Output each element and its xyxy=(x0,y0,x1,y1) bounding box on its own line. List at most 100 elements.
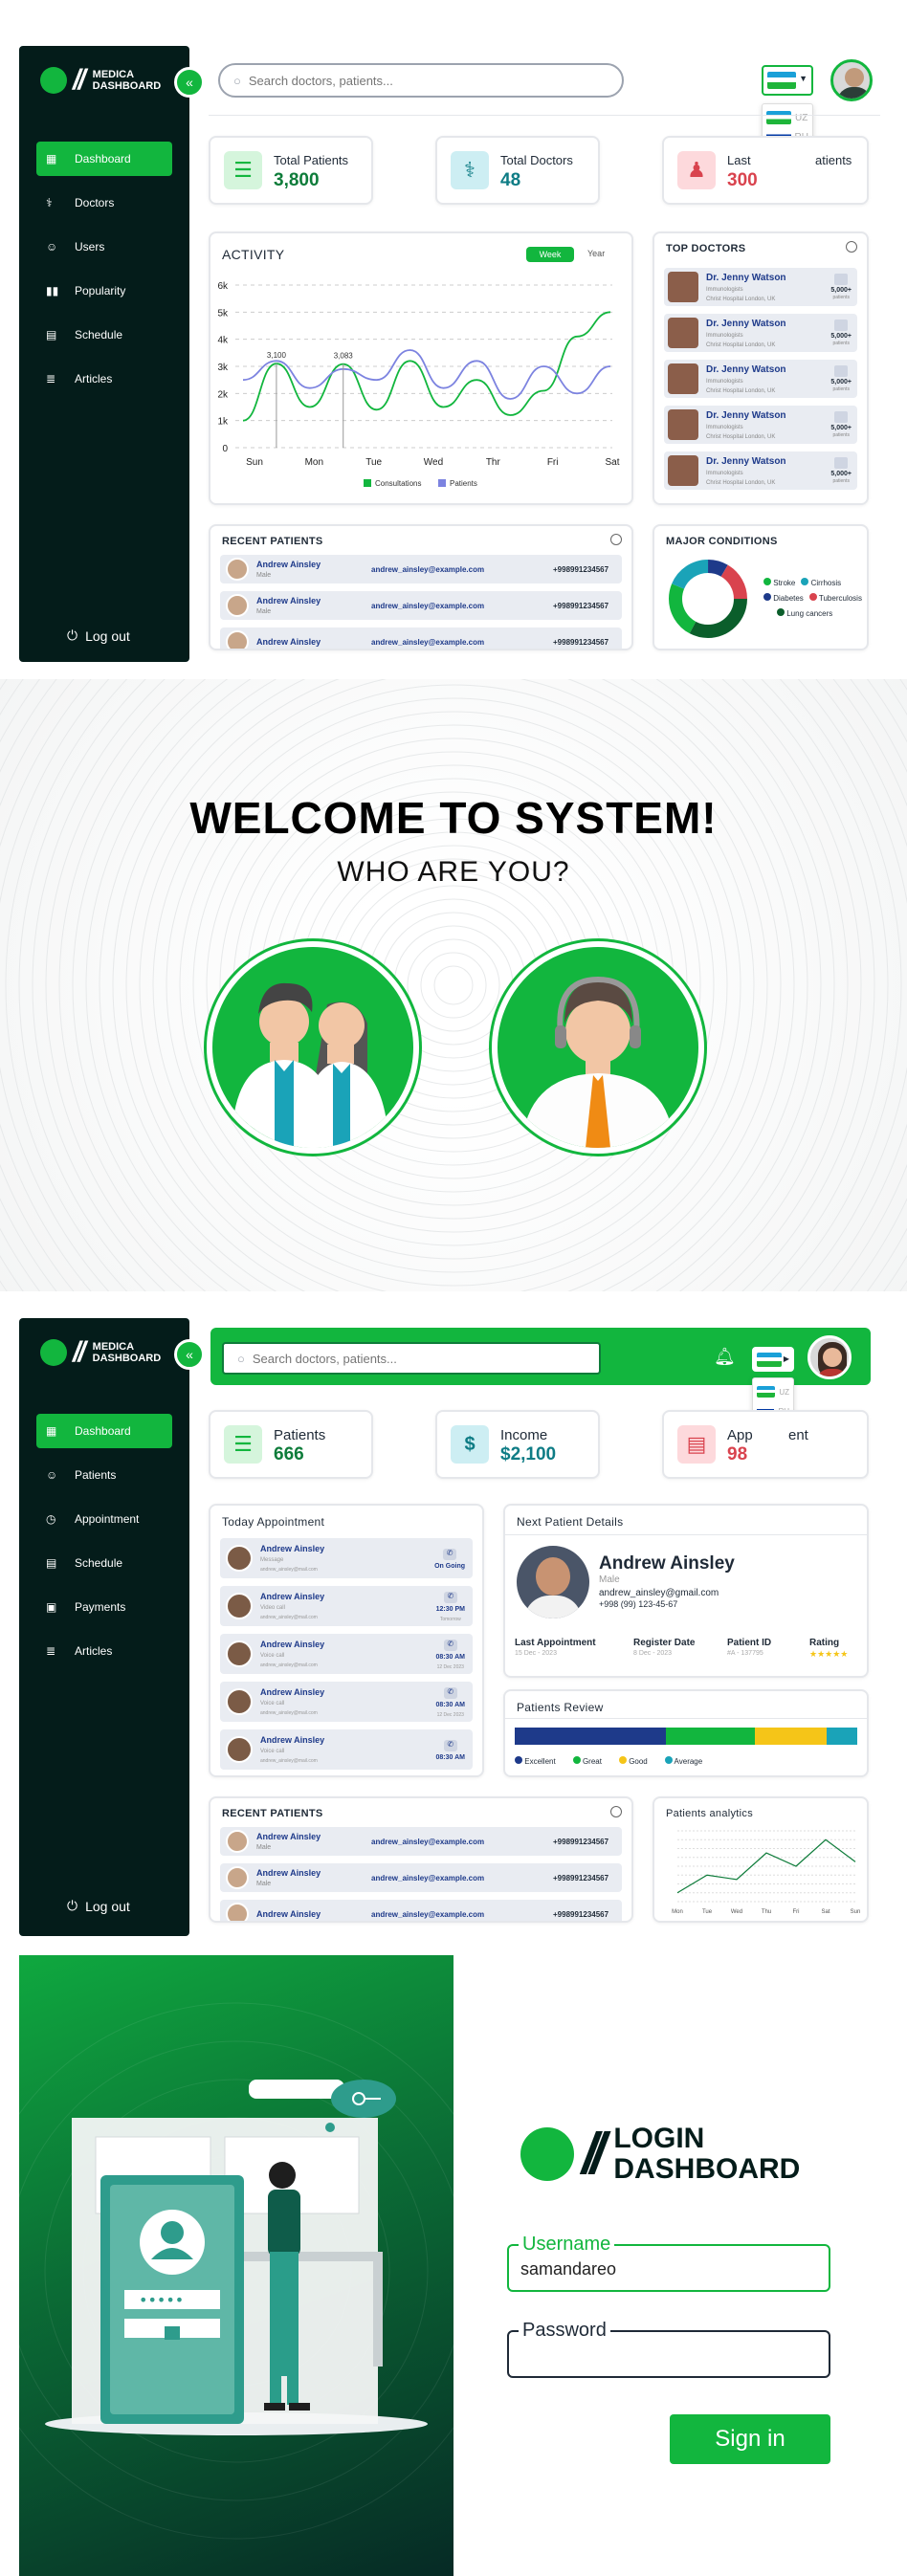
appointment-type: Voice call xyxy=(260,1653,285,1659)
sidebar-item-schedule[interactable]: ▤ Schedule xyxy=(36,1546,172,1580)
logout-label: Log out xyxy=(85,1898,130,1914)
series-line xyxy=(242,349,611,400)
tab-week[interactable]: Week xyxy=(526,247,574,262)
doctor-icon: ⚕ xyxy=(451,151,489,189)
doctor-row[interactable]: Dr. Jenny Watson Immunologists Christ Hosp… xyxy=(664,314,857,352)
patient-name: Andrew Ainsley xyxy=(260,1544,325,1553)
lang-option-uz[interactable]: UZ xyxy=(766,108,808,127)
annotation-label: 3,083 xyxy=(334,352,354,361)
sidebar-item-dashboard[interactable]: ▦ Dashboard xyxy=(36,1414,172,1448)
stat-label-tail: atients xyxy=(815,153,852,167)
login-title-line1: LOGIN xyxy=(613,2123,705,2154)
lang-option-uz[interactable]: UZ xyxy=(757,1382,789,1401)
field-rating: Rating ★★★★★ xyxy=(809,1638,849,1659)
review-legend: Excellent Great Good Average xyxy=(515,1756,702,1766)
language-select[interactable]: ▶ xyxy=(752,1347,794,1372)
y-tick-label: 2k xyxy=(217,389,229,400)
doctor-row[interactable]: Dr. Jenny Watson Immunologists Christ Hosp… xyxy=(664,360,857,398)
search-input[interactable] xyxy=(252,1351,599,1366)
review-segment xyxy=(754,1728,827,1745)
sidebar-item-patients[interactable]: ☺ Patients xyxy=(36,1458,172,1492)
patient-avatar xyxy=(226,630,249,649)
table-row[interactable]: Andrew Ainsley Male andrew_ainsley@example… xyxy=(220,555,622,583)
sidebar-item-payments[interactable]: ▣ Payments xyxy=(36,1590,172,1624)
doctor-row[interactable]: Dr. Jenny Watson Immunologists Christ Hosp… xyxy=(664,268,857,306)
users-icon xyxy=(834,457,849,469)
doctor-row[interactable]: Dr. Jenny Watson Immunologists Christ Hosp… xyxy=(664,406,857,444)
users-icon xyxy=(834,319,849,331)
table-row[interactable]: Andrew Ainsley andrew_ainsley@example.com… xyxy=(220,627,622,649)
y-tick-label: 5k xyxy=(217,308,229,319)
search-box[interactable]: ○ xyxy=(222,1342,601,1375)
doctor-specialty: Immunologists xyxy=(706,286,743,293)
search-input[interactable] xyxy=(248,73,622,88)
appointment-row[interactable]: Andrew Ainsley Voice call andrew_ainsley@m… xyxy=(220,1729,473,1770)
conditions-legend: Stroke Cirrhosis Diabetes Tuberculosis L… xyxy=(763,578,867,618)
grid-icon: ▦ xyxy=(46,1424,57,1438)
table-row[interactable]: Andrew Ainsley andrew_ainsley@example.com… xyxy=(220,1900,622,1921)
welcome-subtitle: WHO ARE YOU? xyxy=(337,856,570,888)
role-doctor-button[interactable] xyxy=(207,941,419,1154)
appointment-row[interactable]: Andrew Ainsley Voice call andrew_ainsley@m… xyxy=(220,1634,473,1674)
logout-button[interactable]: ⏻ Log out xyxy=(67,627,130,644)
doctor-name: Dr. Jenny Watson xyxy=(706,272,786,283)
doctor-photo xyxy=(668,272,698,302)
tab-year[interactable]: Year xyxy=(587,249,605,258)
appointment-row[interactable]: Andrew Ainsley Voice call andrew_ainsley@m… xyxy=(220,1682,473,1722)
sidebar-nav: ▦ Dashboard ☺ Patients ◷ Appointment ▤ Sched… xyxy=(36,1414,172,1678)
y-tick-label: 6k xyxy=(217,281,229,292)
legend-item: Lung cancers xyxy=(777,608,832,618)
role-operator-button[interactable] xyxy=(492,941,704,1154)
more-icon[interactable] xyxy=(610,534,622,545)
password-dots-text: ••••• xyxy=(139,2291,184,2309)
sidebar-item-articles[interactable]: ≣ Articles xyxy=(36,1634,172,1668)
sidebar-item-articles[interactable]: ≣ Articles xyxy=(36,362,172,396)
patients-analytics-title: Patients analytics xyxy=(666,1808,753,1819)
username-input[interactable] xyxy=(520,2259,807,2279)
more-icon[interactable] xyxy=(610,1806,622,1817)
sidebar-item-dashboard[interactable]: ▦ Dashboard xyxy=(36,142,172,176)
avatar[interactable] xyxy=(807,1335,852,1379)
sidebar-item-schedule[interactable]: ▤ Schedule xyxy=(36,318,172,352)
sidebar: // MEDICA DASHBOARD « ▦ Dashboard ☺ Patient… xyxy=(19,1318,205,1936)
sidebar-item-doctors[interactable]: ⚕ Doctors xyxy=(36,186,172,220)
appointment-row[interactable]: Andrew Ainsley Message andrew_ainsley@mail… xyxy=(220,1538,473,1578)
legend-label: Consultations xyxy=(375,479,421,488)
appointment-time: 08:30 AM xyxy=(435,1701,465,1708)
patients-analytics-chart: Mon Tue Wed Thu Fri Sat Sun xyxy=(672,1830,861,1915)
doctor-row[interactable]: Dr. Jenny Watson Immunologists Christ Hosp… xyxy=(664,451,857,490)
major-conditions-title: MAJOR CONDITIONS xyxy=(666,536,778,547)
users-icon xyxy=(834,365,849,377)
sidebar-item-popularity[interactable]: ▮▮ Popularity xyxy=(36,274,172,308)
language-select[interactable]: ▼ xyxy=(762,65,813,96)
chevrons-left-icon[interactable]: « xyxy=(174,1339,205,1370)
appointment-row[interactable]: Andrew Ainsley Video call andrew_ainsley@m… xyxy=(220,1586,473,1626)
brand-line2: DASHBOARD xyxy=(92,80,162,92)
sidebar-item-label: Schedule xyxy=(75,328,123,341)
table-row[interactable]: Andrew Ainsley Male andrew_ainsley@example… xyxy=(220,1827,622,1856)
legend-item: Stroke xyxy=(763,578,795,587)
sidebar-item-appointment[interactable]: ◷ Appointment xyxy=(36,1502,172,1536)
brand-logo: // MEDICA DASHBOARD xyxy=(40,66,162,95)
bell-icon[interactable]: 🔔︎ xyxy=(714,1347,736,1367)
search-box[interactable]: ○ xyxy=(218,63,624,98)
patient-gender: Male xyxy=(256,608,272,615)
doctor-specialty: Immunologists xyxy=(706,378,743,385)
appointment-time: 08:30 AM xyxy=(435,1653,465,1661)
table-row[interactable]: Andrew Ainsley Male andrew_ainsley@example… xyxy=(220,591,622,620)
password-input[interactable] xyxy=(520,2345,807,2366)
more-icon[interactable] xyxy=(846,241,857,253)
patient-phone: +998991234567 xyxy=(553,564,609,574)
avatar[interactable] xyxy=(830,59,873,101)
x-tick-label: Sun xyxy=(851,1909,861,1915)
password-field[interactable]: Password xyxy=(507,2320,830,2378)
sidebar-item-label: Payments xyxy=(75,1600,126,1614)
patient-name: Andrew Ainsley xyxy=(260,1735,325,1745)
logout-button[interactable]: ⏻ Log out xyxy=(67,1898,130,1914)
operator-illustration xyxy=(521,976,675,1148)
sign-in-button[interactable]: Sign in xyxy=(670,2414,830,2464)
table-row[interactable]: Andrew Ainsley Male andrew_ainsley@example… xyxy=(220,1863,622,1892)
username-field[interactable]: Username xyxy=(507,2234,830,2292)
chevrons-left-icon[interactable]: « xyxy=(174,67,205,98)
sidebar-item-users[interactable]: ☺ Users xyxy=(36,230,172,264)
